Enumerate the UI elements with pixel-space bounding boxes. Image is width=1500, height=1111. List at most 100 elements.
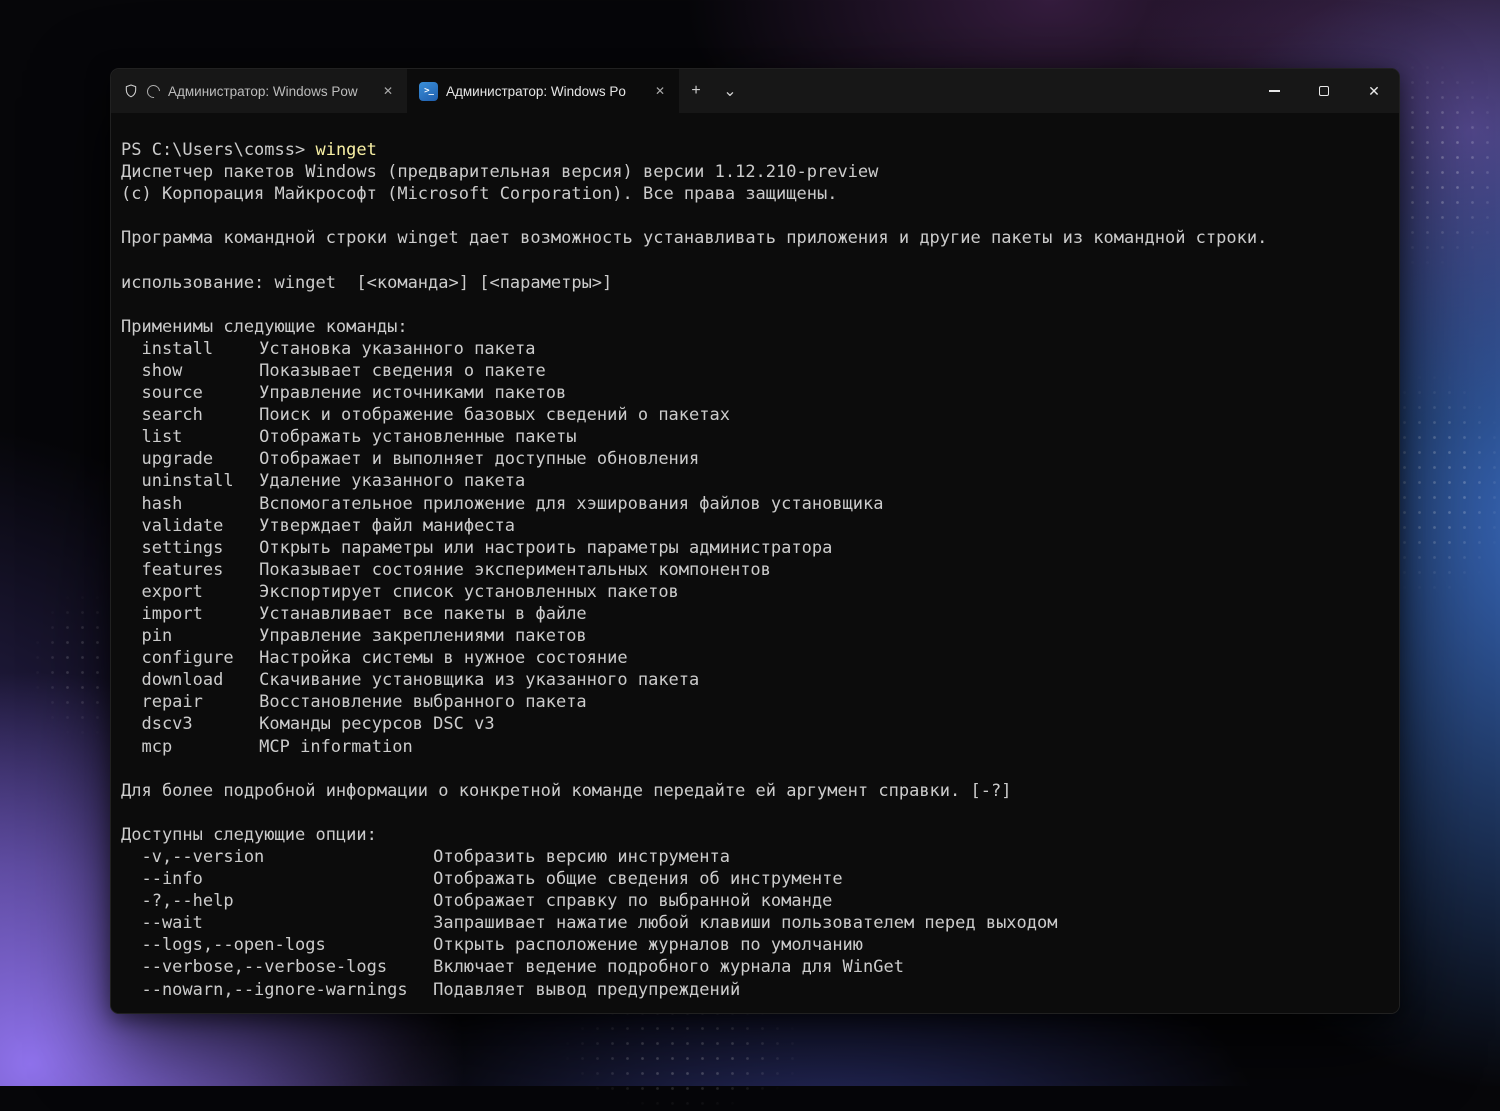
powershell-icon: >_ [419, 81, 438, 101]
tab-dropdown-button[interactable]: ⌄ [713, 69, 747, 113]
prompt: PS C:\Users\comss> [121, 140, 316, 160]
option-row-name: -v,--version [141, 847, 265, 867]
command-row-description: Удаление указанного пакета [259, 471, 526, 492]
command-row: pin Управление закреплениями пакетов [121, 625, 1391, 647]
command-row: uninstall Удаление указанного пакета [121, 470, 1391, 492]
command-row: features Показывает состояние эксперимент… [121, 559, 1391, 581]
command-row-name: list [141, 427, 183, 448]
tab-label: Администратор: Windows Po [446, 83, 626, 99]
command-row-description: Поиск и отображение базовых сведений о п… [259, 405, 730, 426]
option-row-description: Открыть расположение журналов по умолчан… [433, 935, 864, 956]
option-row-description: Отобразить версию инструмента [433, 847, 730, 867]
command-row-description: Показывает сведения о пакете [259, 360, 546, 381]
option-row: -?,--help Отображает справку по выбранной… [121, 890, 1391, 912]
option-row-description: Подавляет вывод предупреждений [433, 979, 741, 1000]
minimize-button[interactable] [1249, 69, 1299, 113]
tab-close-icon[interactable]: ✕ [649, 80, 671, 102]
description-line: Программа командной строки winget дает в… [121, 228, 1268, 249]
titlebar[interactable]: Администратор: Windows Pow ✕ >_ Админист… [111, 69, 1399, 113]
help-note-line: Для более подробной информации о конкрет… [121, 780, 1012, 801]
command-row-description: Утверждает файл манифеста [259, 515, 516, 536]
command-row-description: Управление источниками пакетов [259, 383, 567, 404]
maximize-button[interactable] [1299, 69, 1349, 113]
option-row-description: Отображает справку по выбранной команде [433, 891, 833, 912]
option-row-name: --verbose,--verbose-logs [141, 957, 388, 978]
command-row: validate Утверждает файл манифеста [121, 515, 1391, 537]
command-row-name: uninstall [141, 471, 234, 492]
options-title: Доступны следующие опции: [121, 824, 377, 845]
commands-list: install Установка указанного пакета show По… [121, 338, 1391, 758]
admin-shield-icon [123, 83, 139, 99]
command-row: configure Настройка системы в нужное сост… [121, 647, 1391, 669]
command-row-description: Отображать установленные пакеты [259, 427, 577, 448]
command-row-description: Устанавливает все пакеты в файле [259, 603, 587, 624]
command-row-description: Настройка системы в нужное состояние [259, 648, 628, 669]
command-row: settings Открыть параметры или настроить … [121, 537, 1391, 559]
command-row-description: Показывает состояние экспериментальных к… [259, 559, 771, 580]
command-row-description: Открыть параметры или настроить параметр… [259, 537, 833, 558]
minimize-icon [1268, 90, 1280, 92]
command-row-name: upgrade [141, 449, 214, 470]
command-row: search Поиск и отображение базовых сведен… [121, 404, 1391, 426]
command-row-name: dscv3 [141, 714, 193, 735]
option-row-description: Включает ведение подробного журнала для … [433, 957, 904, 978]
command-row-description: Экспортирует список установленных пакето… [259, 581, 679, 602]
tab-close-icon[interactable]: ✕ [377, 80, 399, 102]
command-row: import Устанавливает все пакеты в файле [121, 603, 1391, 625]
command-row-name: export [141, 581, 203, 602]
terminal-content[interactable]: PS C:\Users\comss> winget Диспетчер паке… [111, 113, 1399, 1013]
option-row-description: Запрашивает нажатие любой клавиши пользо… [433, 913, 1058, 934]
command-row: show Показывает сведения о пакете [121, 360, 1391, 382]
command-row: install Установка указанного пакета [121, 338, 1391, 360]
prompt-line: PS C:\Users\comss> winget [121, 139, 1391, 161]
options-list: -v,--version Отобразить версию инструмент… [121, 846, 1391, 1001]
option-row: --info Отображать общие сведения об инстр… [121, 868, 1391, 890]
option-row: -v,--version Отобразить версию инструмент… [121, 846, 1391, 868]
usage-line: использование: winget [<команда>] [<пара… [121, 272, 613, 293]
command-row: download Скачивание установщика из указан… [121, 669, 1391, 691]
new-tab-button[interactable]: + [679, 69, 713, 113]
option-row-name: --wait [141, 913, 203, 934]
command-row-name: install [141, 338, 214, 359]
command-row: mcp MCP information [121, 736, 1391, 758]
command-row-description: Отображает и выполняет доступные обновле… [259, 449, 700, 470]
command-row-description: Скачивание установщика из указанного пак… [259, 670, 700, 691]
command-row-name: mcp [141, 736, 173, 757]
close-icon: ✕ [1368, 83, 1380, 99]
command-row: export Экспортирует список установленных … [121, 581, 1391, 603]
command-row: list Отображать установленные пакеты [121, 426, 1391, 448]
command-row-description: Вспомогательное приложение для хэширован… [259, 493, 884, 514]
close-button[interactable]: ✕ [1349, 69, 1399, 113]
tab-label: Администратор: Windows Pow [168, 83, 358, 99]
command-row-name: import [141, 603, 203, 624]
option-row: --wait Запрашивает нажатие любой клавиши … [121, 912, 1391, 934]
option-row-name: --logs,--open-logs [141, 935, 326, 956]
command-row-name: settings [141, 537, 224, 558]
command-row-name: pin [141, 626, 173, 647]
option-row: --verbose,--verbose-logs Включает ведение… [121, 956, 1391, 978]
command-row-name: features [141, 559, 224, 580]
option-row-name: -?,--help [141, 891, 234, 912]
commands-title: Применимы следующие команды: [121, 316, 408, 337]
command-row-name: configure [141, 648, 234, 669]
command-row-description: Управление закреплениями пакетов [259, 626, 587, 647]
command-row-name: source [141, 383, 203, 404]
terminal-window: Администратор: Windows Pow ✕ >_ Админист… [110, 68, 1400, 1014]
command-row-description: Команды ресурсов DSC v3 [259, 714, 495, 735]
option-row: --logs,--open-logs Открыть расположение ж… [121, 934, 1391, 956]
command-row-name: repair [141, 692, 203, 713]
titlebar-drag-area[interactable] [747, 69, 1249, 113]
command-row-name: download [141, 670, 224, 691]
command-row-name: search [141, 405, 203, 426]
option-row-description: Отображать общие сведения об инструменте [433, 869, 843, 890]
command-row-name: show [141, 360, 183, 381]
command-row-description: Восстановление выбранного пакета [259, 692, 587, 713]
option-row-name: --info [141, 869, 203, 890]
command-row-name: validate [141, 515, 224, 536]
tab-powershell-admin-2[interactable]: >_ Администратор: Windows Po ✕ [407, 69, 679, 113]
tab-powershell-admin-1[interactable]: Администратор: Windows Pow ✕ [111, 69, 407, 113]
